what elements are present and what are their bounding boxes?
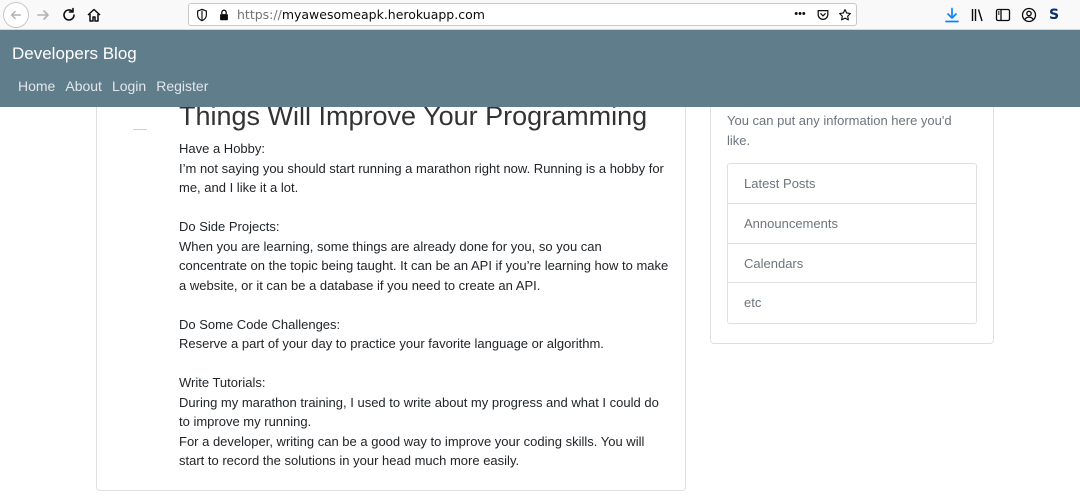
page-actions-icon[interactable]: ••• <box>790 6 810 22</box>
sidebar-text: You can put any information here you'd l… <box>727 111 977 150</box>
section-line: start to record the solutions in your he… <box>179 453 520 468</box>
post-body: Have a Hobby: I’m not saying you should … <box>179 139 674 471</box>
section-line: I’m not saying you should start running … <box>179 160 664 176</box>
site-navbar: Developers Blog Home About Login Registe… <box>0 30 1080 107</box>
url-host: myawesomeapk.herokuapp.com <box>281 7 485 22</box>
lock-icon[interactable] <box>216 7 232 23</box>
sidebar-text-line: like. <box>727 132 751 148</box>
extension-s-icon[interactable]: S <box>1044 5 1064 25</box>
section-line: For a developer, writing can be a good w… <box>179 433 645 449</box>
sidebar-list: Latest Posts Announcements Calendars etc <box>727 163 977 324</box>
home-icon <box>87 8 101 22</box>
section-heading: Do Some Code Challenges: <box>179 316 341 332</box>
arrow-left-icon <box>10 10 22 20</box>
library-icon[interactable] <box>968 5 988 25</box>
sidebar-item-calendars[interactable]: Calendars <box>728 244 976 284</box>
sidebar-item-etc[interactable]: etc <box>728 283 976 323</box>
nav-register-link[interactable]: Register <box>156 78 208 94</box>
section-line: a website, or it can be a database if yo… <box>179 277 541 293</box>
address-bar[interactable]: https://myawesomeapk.herokuapp.com ••• <box>188 3 857 26</box>
url-text[interactable]: https://myawesomeapk.herokuapp.com <box>237 7 485 22</box>
downloads-icon[interactable] <box>942 5 962 25</box>
nav-home-link[interactable]: Home <box>18 78 55 94</box>
sidebar-text-line: You can put any information here you'd <box>727 113 952 128</box>
forward-button[interactable] <box>31 3 55 27</box>
sidebar-item-latest-posts[interactable]: Latest Posts <box>728 164 976 204</box>
reload-icon <box>63 7 75 21</box>
reload-button[interactable] <box>57 3 81 27</box>
pocket-icon[interactable] <box>815 7 831 23</box>
browser-toolbar: https://myawesomeapk.herokuapp.com ••• S <box>0 0 1080 30</box>
arrow-right-icon <box>37 10 49 20</box>
post-divider <box>133 129 147 130</box>
section-line: During my marathon training, I used to w… <box>179 394 659 410</box>
section-heading: Write Tutorials: <box>179 375 266 390</box>
nav-login-link[interactable]: Login <box>112 78 146 94</box>
section-heading: Have a Hobby: <box>179 141 265 156</box>
section-line: to improve my running. <box>179 414 312 429</box>
section-line: Reserve a part of your day to practice y… <box>179 336 604 351</box>
nav-about-link[interactable]: About <box>65 78 102 94</box>
sidebars-icon[interactable] <box>993 5 1013 25</box>
account-icon[interactable] <box>1019 5 1039 25</box>
sidebar-item-announcements[interactable]: Announcements <box>728 204 976 244</box>
url-protocol: https:// <box>237 7 282 22</box>
section-heading: Do Side Projects: <box>179 219 280 234</box>
bookmark-star-icon[interactable] <box>837 7 853 23</box>
section-line: me, and I like it a lot. <box>179 180 299 195</box>
shield-icon[interactable] <box>194 7 210 23</box>
nav-links: Home About Login Register <box>18 78 218 94</box>
back-button[interactable] <box>3 2 29 28</box>
section-line: When you are learning, some things are a… <box>179 238 602 254</box>
site-brand[interactable]: Developers Blog <box>12 44 137 64</box>
section-line: concentrate on the topic being taught. I… <box>179 258 669 273</box>
home-button[interactable] <box>82 3 106 27</box>
